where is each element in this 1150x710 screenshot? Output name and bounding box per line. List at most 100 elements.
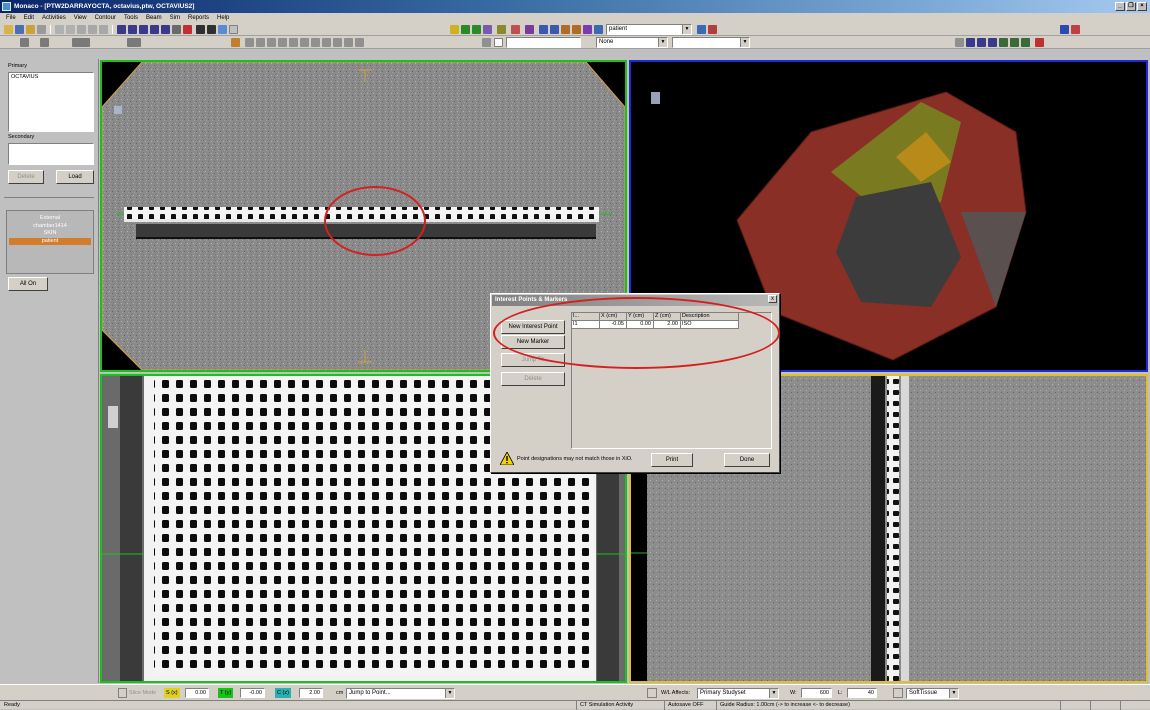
w-value[interactable]: 600: [801, 688, 832, 698]
cut-icon[interactable]: [77, 25, 86, 34]
nav-icon-8[interactable]: [1035, 38, 1044, 47]
save-icon[interactable]: [15, 25, 24, 34]
layout-icon[interactable]: [1071, 25, 1080, 34]
bool-icon[interactable]: [511, 25, 520, 34]
done-button[interactable]: Done: [724, 453, 770, 467]
menu-help[interactable]: Help: [217, 13, 229, 23]
paste-icon[interactable]: [99, 25, 108, 34]
redo-icon[interactable]: [66, 25, 75, 34]
load-button[interactable]: Load: [56, 170, 94, 184]
menu-file[interactable]: File: [6, 13, 16, 23]
copy-contour-icon[interactable]: [539, 25, 548, 34]
close-icon[interactable]: ×: [1137, 2, 1147, 11]
select-icon[interactable]: [218, 25, 227, 34]
menu-edit[interactable]: Edit: [24, 13, 34, 23]
menu-activities[interactable]: Activities: [42, 13, 66, 23]
new-file-icon[interactable]: [4, 25, 13, 34]
jump-combo[interactable]: Jump to Point... ▼: [346, 688, 455, 699]
secondary-combo[interactable]: ▼: [672, 37, 750, 48]
t-value[interactable]: -0.00: [240, 688, 265, 698]
menu-view[interactable]: View: [74, 13, 87, 23]
primary-item[interactable]: OCTAVIUS: [9, 73, 93, 81]
beam-wedge-icon[interactable]: [322, 38, 331, 47]
zoom-out-icon[interactable]: [139, 25, 148, 34]
print-button[interactable]: Print: [651, 453, 693, 467]
delete-x-icon[interactable]: [207, 25, 216, 34]
c-value[interactable]: 2.00: [299, 688, 323, 698]
structure-list[interactable]: External chamber1414 SKIN patient: [6, 210, 94, 274]
structure-item-skin[interactable]: SKIN: [7, 230, 93, 238]
structure-combo[interactable]: patient ▼: [606, 24, 692, 35]
window-level-icon[interactable]: [161, 25, 170, 34]
undo-icon[interactable]: [55, 25, 64, 34]
view-mode-icon[interactable]: [20, 38, 29, 47]
copy-icon[interactable]: [88, 25, 97, 34]
structure-item-chamber[interactable]: chamber1414: [7, 223, 93, 231]
margin-icon[interactable]: [525, 25, 534, 34]
beam-iso-icon[interactable]: [344, 38, 353, 47]
all-on-button[interactable]: All On: [8, 277, 48, 291]
line-icon[interactable]: [196, 25, 205, 34]
beam-delete-icon[interactable]: [278, 38, 287, 47]
beam-mlc-icon[interactable]: [300, 38, 309, 47]
crosshair-icon[interactable]: [482, 38, 491, 47]
structure-item-patient[interactable]: patient: [9, 237, 91, 245]
bone-icon[interactable]: [583, 25, 592, 34]
delete-button[interactable]: Delete: [8, 170, 44, 184]
minimize-icon[interactable]: _: [1115, 2, 1125, 11]
wl-icon[interactable]: [647, 688, 657, 698]
zoom-in-icon[interactable]: [128, 25, 137, 34]
nav-icon-4[interactable]: [988, 38, 997, 47]
f-icon[interactable]: [494, 38, 503, 47]
paint-icon[interactable]: [497, 25, 506, 34]
beam-icon[interactable]: [231, 38, 240, 47]
beam-weight-icon[interactable]: [289, 38, 298, 47]
structure-color-icon[interactable]: [708, 25, 717, 34]
multi-view-icon[interactable]: [40, 38, 49, 47]
s-value[interactable]: 0.00: [185, 688, 209, 698]
nav-icon-6[interactable]: [1010, 38, 1019, 47]
menu-tools[interactable]: Tools: [124, 13, 138, 23]
secondary-list[interactable]: [8, 143, 94, 165]
brush-icon[interactable]: [461, 25, 470, 34]
nav-icon-2[interactable]: [966, 38, 975, 47]
slider-field[interactable]: [506, 37, 581, 48]
delete-point-button[interactable]: Delete: [501, 372, 565, 386]
clear-icon[interactable]: [572, 25, 581, 34]
dialog-close-icon[interactable]: x: [768, 295, 777, 303]
restore-icon[interactable]: ❐: [1126, 2, 1136, 11]
beam-block-icon[interactable]: [311, 38, 320, 47]
open-icon[interactable]: [26, 25, 35, 34]
erase-icon[interactable]: [483, 25, 492, 34]
preset-icon[interactable]: [893, 688, 903, 698]
smooth-icon[interactable]: [561, 25, 570, 34]
structure-props-icon[interactable]: [697, 25, 706, 34]
slice-mode-checkbox[interactable]: [118, 688, 127, 698]
wl-affects-combo[interactable]: Primary Studyset ▼: [697, 688, 779, 699]
menu-beam[interactable]: Beam: [146, 13, 162, 23]
print-icon[interactable]: [37, 25, 46, 34]
menu-sim[interactable]: Sim: [170, 13, 180, 23]
beam-copy-icon[interactable]: [267, 38, 276, 47]
beam-bolus-icon[interactable]: [333, 38, 342, 47]
zoom-fit-icon[interactable]: [150, 25, 159, 34]
nav-icon-5[interactable]: [999, 38, 1008, 47]
menu-reports[interactable]: Reports: [188, 13, 209, 23]
structure-item-external[interactable]: External: [7, 215, 93, 223]
l-value[interactable]: 40: [847, 688, 877, 698]
grid-icon[interactable]: [229, 25, 238, 34]
beam-add-icon[interactable]: [245, 38, 254, 47]
beam-edit-icon[interactable]: [256, 38, 265, 47]
none-combo[interactable]: None ▼: [596, 37, 668, 48]
pan-icon[interactable]: [172, 25, 181, 34]
monitor-icon[interactable]: [1060, 25, 1069, 34]
nav-icon-3[interactable]: [977, 38, 986, 47]
nav-icon-7[interactable]: [1021, 38, 1030, 47]
contour-tool-icon[interactable]: [450, 25, 459, 34]
beam-more-icon[interactable]: [355, 38, 364, 47]
split-view-icon[interactable]: [72, 38, 90, 47]
primary-list[interactable]: OCTAVIUS: [8, 72, 94, 132]
pen-icon[interactable]: [472, 25, 481, 34]
zoom-icon[interactable]: [117, 25, 126, 34]
reset-icon[interactable]: [183, 25, 192, 34]
